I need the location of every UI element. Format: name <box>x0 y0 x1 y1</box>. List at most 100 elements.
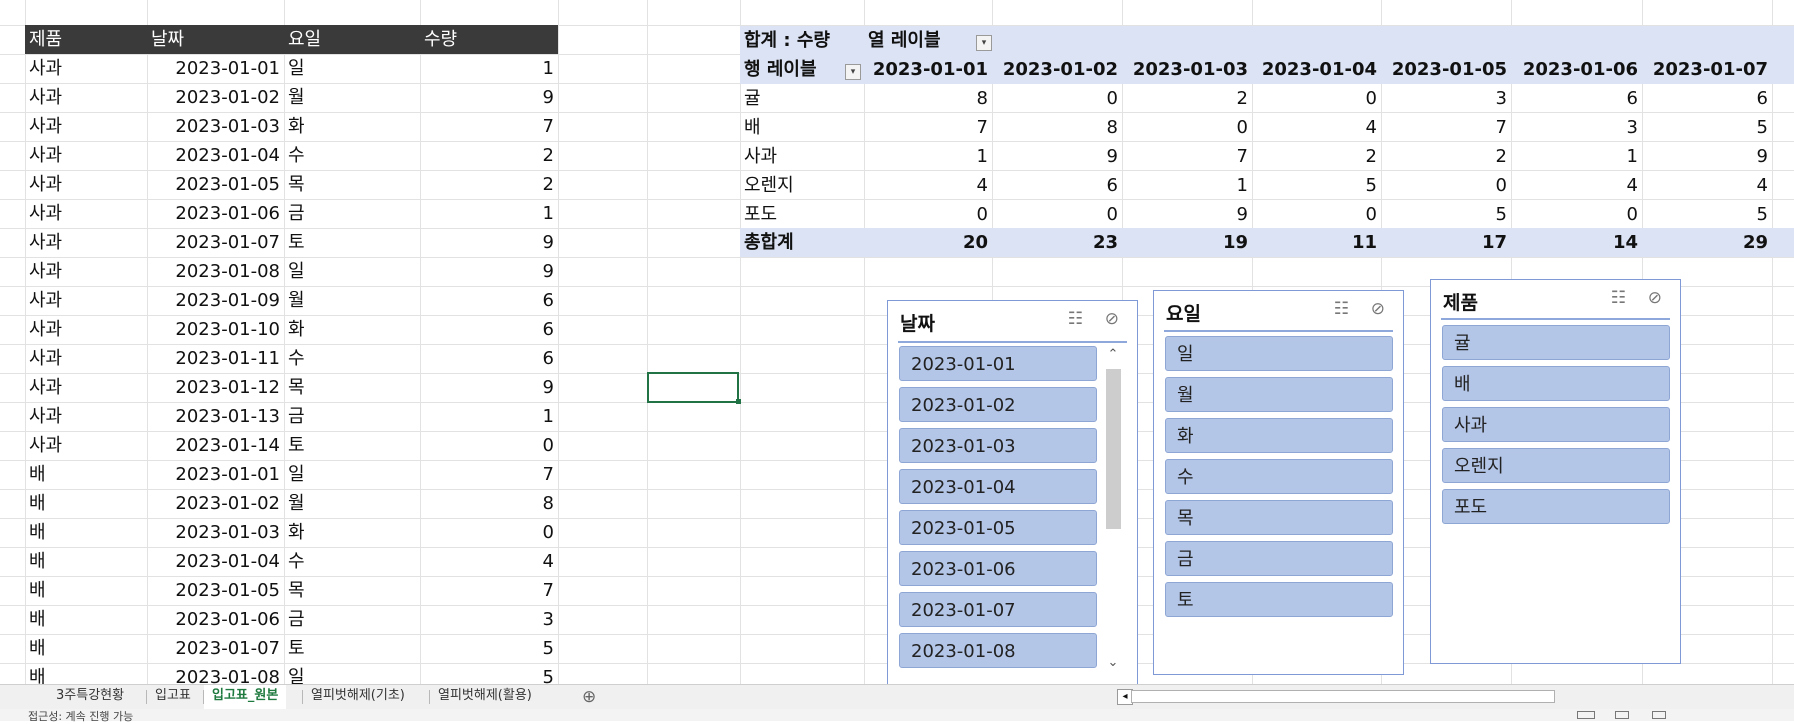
pivot-row-label[interactable]: 포도 <box>740 200 864 229</box>
slicer-item[interactable]: 사과 <box>1442 407 1670 442</box>
cell-weekday[interactable]: 일 <box>284 460 420 489</box>
cell-weekday[interactable]: 목 <box>284 170 420 199</box>
multi-select-icon[interactable]: ☷ <box>1334 299 1349 319</box>
cell-date[interactable]: 2023-01-08 <box>147 257 284 286</box>
pivot-value-cell[interactable]: 9 <box>992 142 1122 171</box>
cell-quantity[interactable]: 1 <box>420 199 558 228</box>
cell-quantity[interactable]: 9 <box>420 257 558 286</box>
pivot-value-cell[interactable]: 2 <box>1381 142 1511 171</box>
scroll-up-icon[interactable]: ⌃ <box>1102 347 1124 363</box>
slicer-item[interactable]: 2023-01-02 <box>899 387 1097 422</box>
cell-date[interactable]: 2023-01-06 <box>147 605 284 634</box>
selected-cell[interactable] <box>647 372 739 403</box>
slicer-item[interactable]: 포도 <box>1442 489 1670 524</box>
pivot-value-cell[interactable]: 3 <box>1381 84 1511 113</box>
cell-date[interactable]: 2023-01-09 <box>147 286 284 315</box>
pivot-value-cell[interactable]: 1 <box>1122 171 1252 200</box>
cell-product[interactable]: 배 <box>25 576 147 605</box>
pivot-row-label[interactable]: 배 <box>740 113 864 142</box>
grand-total-cell[interactable]: 29 <box>1642 228 1772 257</box>
slicer-item[interactable]: 귤 <box>1442 325 1670 360</box>
cell-product[interactable]: 배 <box>25 489 147 518</box>
cell-quantity[interactable]: 5 <box>420 663 558 684</box>
grand-total-cell[interactable]: 19 <box>1122 228 1252 257</box>
pivot-value-cell[interactable]: 0 <box>1122 113 1252 142</box>
cell-weekday[interactable]: 금 <box>284 605 420 634</box>
cell-product[interactable]: 사과 <box>25 431 147 460</box>
multi-select-icon[interactable]: ☷ <box>1068 309 1083 329</box>
cell-quantity[interactable]: 2 <box>420 141 558 170</box>
cell-weekday[interactable]: 토 <box>284 634 420 663</box>
cell-quantity[interactable]: 8 <box>420 489 558 518</box>
cell-product[interactable]: 사과 <box>25 170 147 199</box>
cell-product[interactable]: 사과 <box>25 344 147 373</box>
cell-quantity[interactable]: 9 <box>420 228 558 257</box>
cell-product[interactable]: 사과 <box>25 402 147 431</box>
pivot-value-cell[interactable]: 0 <box>1252 84 1381 113</box>
pivot-value-cell[interactable]: 3 <box>1511 113 1642 142</box>
pivot-value-cell[interactable]: 7 <box>864 113 992 142</box>
cell-product[interactable]: 배 <box>25 518 147 547</box>
cell-weekday[interactable]: 목 <box>284 576 420 605</box>
add-sheet-button[interactable]: ⊕ <box>582 687 596 707</box>
grand-total-cell[interactable]: 17 <box>1381 228 1511 257</box>
pivot-value-cell[interactable]: 6 <box>992 171 1122 200</box>
slicer-item[interactable]: 2023-01-07 <box>899 592 1097 627</box>
grand-total-cell[interactable]: 14 <box>1511 228 1642 257</box>
clear-filter-icon[interactable]: ⊘ <box>1371 299 1385 319</box>
cell-date[interactable]: 2023-01-14 <box>147 431 284 460</box>
slicer-item[interactable]: 오렌지 <box>1442 448 1670 483</box>
cell-date[interactable]: 2023-01-08 <box>147 663 284 684</box>
pivot-value-cell[interactable]: 0 <box>1381 171 1511 200</box>
cell-weekday[interactable]: 수 <box>284 547 420 576</box>
cell-weekday[interactable]: 토 <box>284 228 420 257</box>
cell-product[interactable]: 사과 <box>25 315 147 344</box>
slicer-item[interactable]: 배 <box>1442 366 1670 401</box>
cell-date[interactable]: 2023-01-06 <box>147 199 284 228</box>
cell-quantity[interactable]: 3 <box>420 605 558 634</box>
cell-weekday[interactable]: 일 <box>284 257 420 286</box>
cell-date[interactable]: 2023-01-05 <box>147 576 284 605</box>
slicer-item[interactable]: 2023-01-08 <box>899 633 1097 668</box>
cell-product[interactable]: 사과 <box>25 257 147 286</box>
pivot-value-cell[interactable]: 4 <box>1511 171 1642 200</box>
slicer-item[interactable]: 토 <box>1165 582 1393 617</box>
pivot-value-cell[interactable]: 8 <box>992 113 1122 142</box>
cell-date[interactable]: 2023-01-05 <box>147 170 284 199</box>
slicer-scrollbar[interactable]: ⌃ ⌄ <box>1102 347 1124 671</box>
pivot-value-cell[interactable]: 6 <box>1511 84 1642 113</box>
column-header-product[interactable]: 제품 <box>25 25 147 54</box>
pivot-row-label[interactable]: 오렌지 <box>740 171 864 200</box>
cell-date[interactable]: 2023-01-01 <box>147 460 284 489</box>
sheet-tab[interactable]: 입고표_원본 <box>204 685 287 711</box>
cell-date[interactable]: 2023-01-03 <box>147 112 284 141</box>
worksheet-grid[interactable]: 제품 날짜 요일 수량 사과 2023-01-01 일 1 사과 2023-01-02 월 9… <box>0 0 1794 684</box>
clear-filter-icon[interactable]: ⊘ <box>1105 309 1119 329</box>
pivot-value-cell[interactable]: 2 <box>1252 142 1381 171</box>
cell-product[interactable]: 배 <box>25 605 147 634</box>
cell-date[interactable]: 2023-01-10 <box>147 315 284 344</box>
pivot-value-cell[interactable]: 1 <box>864 142 992 171</box>
slicer-item[interactable]: 2023-01-04 <box>899 469 1097 504</box>
cell-product[interactable]: 사과 <box>25 199 147 228</box>
cell-quantity[interactable]: 6 <box>420 344 558 373</box>
cell-weekday[interactable]: 수 <box>284 141 420 170</box>
pivot-value-cell[interactable]: 1 <box>1511 142 1642 171</box>
cell-product[interactable]: 배 <box>25 547 147 576</box>
cell-product[interactable]: 배 <box>25 634 147 663</box>
slicer-item[interactable]: 2023-01-01 <box>899 346 1097 381</box>
scroll-down-icon[interactable]: ⌄ <box>1102 655 1124 671</box>
pivot-value-cell[interactable]: 2 <box>1122 84 1252 113</box>
cell-weekday[interactable]: 금 <box>284 199 420 228</box>
pivot-value-cell[interactable]: 5 <box>1642 113 1772 142</box>
page-break-icon[interactable] <box>1652 711 1666 719</box>
slicer-product[interactable]: 제품 ☷ ⊘ 귤 배 사과 오렌지 포도 <box>1430 279 1681 664</box>
pivot-value-cell[interactable]: 5 <box>1381 200 1511 229</box>
grand-total-cell[interactable]: 20 <box>864 228 992 257</box>
cell-product[interactable]: 배 <box>25 663 147 684</box>
cell-weekday[interactable]: 화 <box>284 112 420 141</box>
cell-weekday[interactable]: 일 <box>284 663 420 684</box>
cell-date[interactable]: 2023-01-13 <box>147 402 284 431</box>
cell-product[interactable]: 사과 <box>25 141 147 170</box>
cell-weekday[interactable]: 월 <box>284 286 420 315</box>
